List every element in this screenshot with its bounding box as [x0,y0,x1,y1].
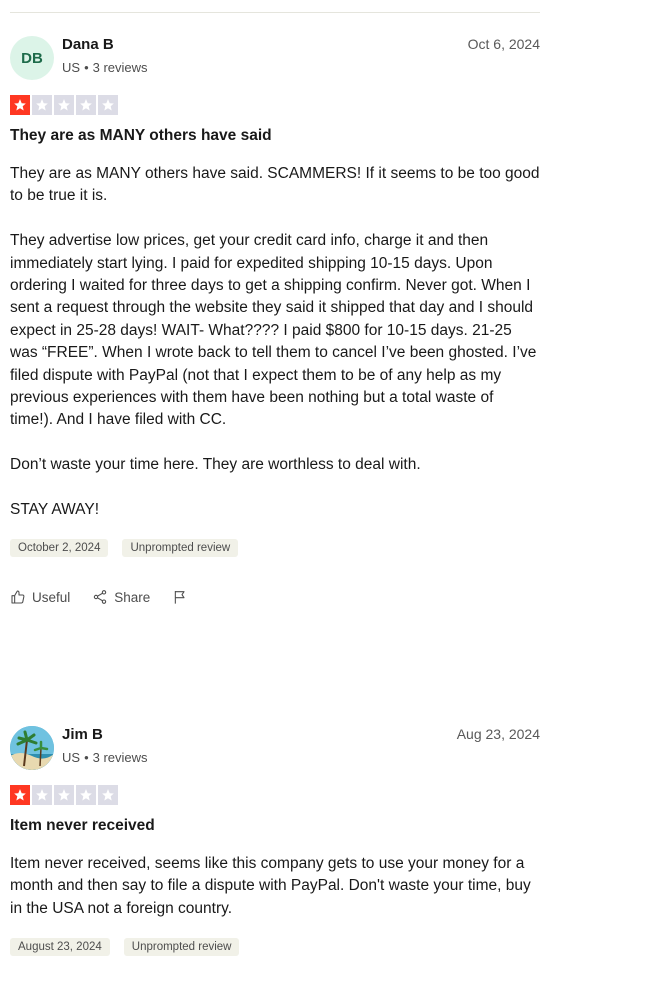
star-icon [76,95,96,115]
useful-button[interactable]: Useful [10,589,70,605]
review-body: Item never received, seems like this com… [10,853,540,943]
reviewer-review-count: 3 reviews [92,60,148,75]
review-paragraph: They are as MANY others have said. SCAMM… [10,165,540,205]
review-card: DB Dana B US • 3 reviews Oct 6, 2024 They … [10,36,540,616]
reviewer-country: US [62,60,81,75]
star-icon [54,95,74,115]
review-paragraph: They advertise low prices, get your cred… [10,232,537,429]
star-rating [10,95,118,115]
reviewer-name[interactable]: Dana B [62,36,114,53]
avatar-photo-icon [10,726,54,770]
review-paragraph: Don’t waste your time here. They are wor… [10,456,421,474]
review-paragraph: STAY AWAY! [10,501,100,519]
review-actions: Useful Share [10,589,188,605]
star-rating [10,785,118,805]
flag-icon [175,591,185,604]
avatar[interactable] [10,726,54,770]
star-icon [10,785,30,805]
reviewer-country: US [62,750,81,765]
unprompted-review-badge[interactable]: Unprompted review [123,938,240,956]
top-divider [10,12,540,13]
review-card: Jim B US • 3 reviews Aug 23, 2024 Item nev… [10,726,540,966]
reviewer-name[interactable]: Jim B [62,726,103,743]
star-icon [98,95,118,115]
star-icon [32,95,52,115]
share-button[interactable]: Share [92,589,150,605]
experience-date-badge: August 23, 2024 [10,938,110,956]
share-label: Share [114,589,151,605]
reviewer-review-count: 3 reviews [92,750,148,765]
review-title[interactable]: Item never received [10,817,155,835]
star-icon [32,785,52,805]
review-date: Aug 23, 2024 [456,726,540,742]
star-icon [54,785,74,805]
star-icon [76,785,96,805]
unprompted-review-badge[interactable]: Unprompted review [122,539,239,557]
useful-label: Useful [32,589,71,605]
review-tags: October 2, 2024 Unprompted review [10,539,239,557]
experience-date-badge: October 2, 2024 [10,539,109,557]
reviewer-meta: US • 3 reviews [62,60,148,75]
star-icon [10,95,30,115]
share-icon [94,590,107,604]
thumbs-up-icon [11,590,25,604]
review-paragraph: Item never received, seems like this com… [10,855,531,917]
review-date: Oct 6, 2024 [467,36,540,52]
report-button[interactable] [172,589,188,605]
review-title[interactable]: They are as MANY others have said [10,127,272,145]
reviewer-meta: US • 3 reviews [62,750,148,765]
review-tags: August 23, 2024 Unprompted review [10,938,240,956]
review-body: They are as MANY others have said. SCAMM… [10,163,540,544]
avatar[interactable]: DB [10,36,54,80]
star-icon [98,785,118,805]
